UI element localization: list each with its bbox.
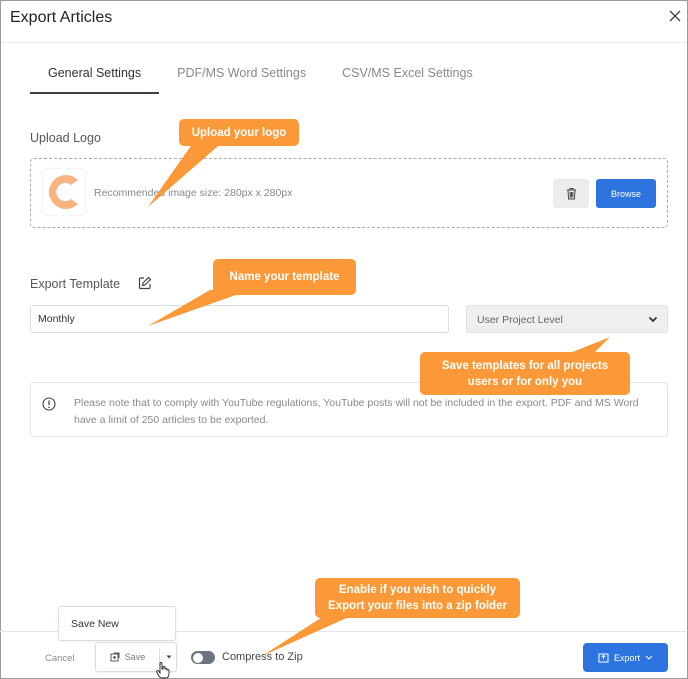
export-button-label: Export [613,652,640,663]
close-icon[interactable] [669,9,681,27]
save-button[interactable]: Save [96,643,159,671]
tab-csv-excel-settings[interactable]: CSV/MS Excel Settings [324,60,491,94]
upload-logo-dropzone[interactable]: Recommended image size: 280px x 280px Br… [30,158,668,228]
dialog-header: Export Articles [1,1,687,43]
zip-callout-line2: Export your files into a zip folder [328,600,507,612]
template-level-value: User Project Level [477,314,563,326]
save-icon [110,652,120,662]
notice-text: Please note that to comply with YouTube … [74,397,639,426]
save-button-label: Save [124,652,146,662]
settings-tabs: General Settings PDF/MS Word Settings CS… [30,60,491,94]
upload-logo-callout: Upload your logo [179,119,299,146]
level-callout-line2: users or for only you [467,375,583,388]
template-level-select[interactable]: User Project Level [466,305,668,333]
browse-button[interactable]: Browse [596,179,656,208]
zip-callout-line1: Enable if you wish to quickly [338,584,497,596]
template-level-callout: Save templates for all projects users or… [420,352,630,395]
cancel-button[interactable]: Cancel [45,653,75,664]
toggle-knob [192,652,203,663]
compress-zip-callout: Enable if you wish to quickly Export you… [315,578,520,618]
hand-pointer-icon [156,662,170,679]
save-dropdown-menu: Save New [58,606,176,641]
export-button[interactable]: Export [583,643,668,672]
info-icon [42,397,56,416]
upload-callout-text: Upload your logo [191,126,287,139]
template-name-callout: Name your template [213,259,356,295]
dialog-title: Export Articles [10,9,113,26]
export-template-label: Export Template [30,277,121,291]
template-callout-text: Name your template [229,271,340,283]
delete-logo-button[interactable] [553,179,589,208]
c-logo-icon [43,169,85,215]
save-new-menu-item[interactable]: Save New [71,618,119,630]
level-callout-line1: Save templates for all projects [441,359,609,372]
tab-general-settings[interactable]: General Settings [30,60,160,94]
upload-callout-tail [148,140,225,207]
trash-icon [566,188,576,200]
export-icon [598,653,609,663]
caret-down-icon [166,655,171,659]
chevron-down-icon [648,314,658,326]
chevron-down-icon [645,655,653,660]
compress-zip-toggle[interactable] [191,651,215,664]
upload-logo-label: Upload Logo [30,131,101,145]
tab-pdf-word-settings[interactable]: PDF/MS Word Settings [159,60,324,94]
